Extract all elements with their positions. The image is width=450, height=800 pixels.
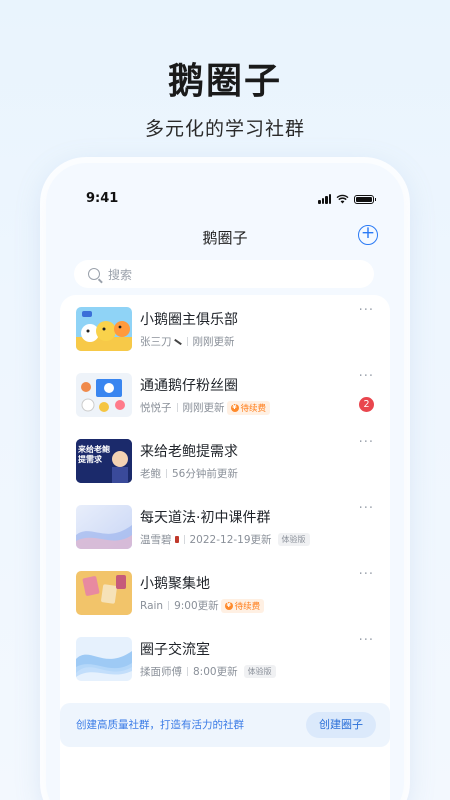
wifi-icon bbox=[336, 194, 349, 204]
coin-icon: ¥ bbox=[230, 403, 239, 412]
list-item[interactable]: 小鹅圈主俱乐部 张三刀 刚刚更新 ··· bbox=[60, 303, 390, 363]
phone-mockup: 9:41 鹅圈子 + 搜索 小鹅圈主俱乐部 张三刀 刚刚更新 ··· 通通鹅仔粉… bbox=[46, 163, 404, 800]
group-author: 老鲍 bbox=[140, 468, 161, 480]
group-author: 张三刀 bbox=[140, 336, 172, 348]
group-updated: 2022-12-19更新 bbox=[189, 534, 272, 546]
more-options-icon[interactable]: ··· bbox=[359, 369, 374, 384]
group-thumbnail bbox=[76, 373, 132, 417]
signal-icon bbox=[318, 194, 331, 204]
group-name: 通通鹅仔粉丝圈 bbox=[140, 378, 238, 394]
list-item[interactable]: 通通鹅仔粉丝圈 悦悦子 刚刚更新 ¥ 待续费 ··· 2 bbox=[60, 369, 390, 429]
group-author: Rain bbox=[140, 599, 164, 612]
group-name: 小鹅圈主俱乐部 bbox=[140, 312, 238, 328]
group-name: 每天道法·初中课件群 bbox=[140, 510, 271, 526]
add-circle-button[interactable]: + bbox=[358, 225, 378, 245]
meta-divider bbox=[176, 403, 178, 412]
create-prompt: 创建高质量社群，打造有活力的社群 bbox=[76, 719, 244, 731]
group-name: 来给老鲍提需求 bbox=[140, 444, 238, 460]
more-options-icon[interactable]: ··· bbox=[359, 435, 374, 450]
more-options-icon[interactable]: ··· bbox=[359, 501, 374, 516]
group-thumbnail: 来给老鲍提需求 bbox=[76, 439, 132, 483]
search-icon bbox=[88, 268, 100, 280]
status-time: 9:41 bbox=[86, 191, 119, 206]
group-list: 小鹅圈主俱乐部 张三刀 刚刚更新 ··· 通通鹅仔粉丝圈 悦悦子 刚刚更新 ¥ … bbox=[60, 295, 390, 800]
group-updated: 刚刚更新 bbox=[182, 402, 225, 414]
group-thumbnail bbox=[76, 307, 132, 351]
hero-title: 鹅圈子 bbox=[167, 61, 282, 102]
meta-divider bbox=[166, 469, 167, 478]
meta-divider bbox=[183, 535, 185, 544]
group-name: 小鹅聚集地 bbox=[140, 576, 210, 592]
meta-divider bbox=[186, 337, 188, 346]
group-updated: 8:00更新 bbox=[193, 666, 238, 678]
group-updated: 56分钟前更新 bbox=[172, 468, 238, 480]
create-group-banner: 创建高质量社群，打造有活力的社群 创建圈子 bbox=[60, 703, 390, 747]
renewal-tag: ¥ 待续费 bbox=[220, 598, 265, 613]
group-updated: 9:00更新 bbox=[174, 600, 219, 612]
list-item[interactable]: 来给老鲍提需求 来给老鲍提需求 老鲍 56分钟前更新 ··· bbox=[60, 435, 390, 495]
list-item[interactable]: 圈子交流室 揉面师傅 8:00更新 体验版 ··· bbox=[60, 633, 390, 693]
group-updated: 刚刚更新 bbox=[192, 336, 235, 348]
group-thumbnail bbox=[76, 637, 132, 681]
group-thumbnail bbox=[76, 505, 132, 549]
more-options-icon[interactable]: ··· bbox=[359, 303, 374, 318]
group-author: 揉面师傅 bbox=[140, 666, 182, 678]
group-author: 悦悦子 bbox=[140, 402, 172, 414]
group-name: 圈子交流室 bbox=[140, 642, 210, 658]
unread-badge: 2 bbox=[359, 397, 374, 412]
meta-divider bbox=[168, 601, 170, 610]
more-options-icon[interactable]: ··· bbox=[359, 567, 374, 582]
search-placeholder: 搜索 bbox=[108, 267, 133, 282]
coin-icon: ¥ bbox=[224, 601, 233, 610]
list-item[interactable]: 每天道法·初中课件群 温雪碧 2022-12-19更新 体验版 ··· bbox=[60, 501, 390, 561]
drink-icon bbox=[174, 536, 179, 543]
search-input[interactable]: 搜索 bbox=[74, 260, 374, 288]
trial-tag: 体验版 bbox=[277, 533, 310, 546]
plus-icon: + bbox=[360, 223, 376, 243]
status-bar: 9:41 bbox=[46, 191, 404, 211]
battery-icon bbox=[354, 194, 376, 204]
navbar: 鹅圈子 + bbox=[46, 225, 404, 249]
meta-divider bbox=[187, 667, 188, 676]
group-thumbnail bbox=[76, 571, 132, 615]
hero-subtitle: 多元化的学习社群 bbox=[144, 118, 305, 140]
renewal-tag: ¥ 待续费 bbox=[226, 400, 271, 415]
pen-icon bbox=[173, 338, 182, 345]
page-title: 鹅圈子 bbox=[202, 229, 248, 247]
group-author: 温雪碧 bbox=[140, 534, 172, 546]
list-item[interactable]: 小鹅聚集地 Rain 9:00更新 ¥ 待续费 ··· bbox=[60, 567, 390, 627]
more-options-icon[interactable]: ··· bbox=[359, 633, 374, 648]
trial-tag: 体验版 bbox=[243, 665, 276, 678]
create-group-button[interactable]: 创建圈子 bbox=[306, 712, 376, 738]
thumbnail-caption: 来给老鲍提需求 bbox=[78, 445, 110, 464]
